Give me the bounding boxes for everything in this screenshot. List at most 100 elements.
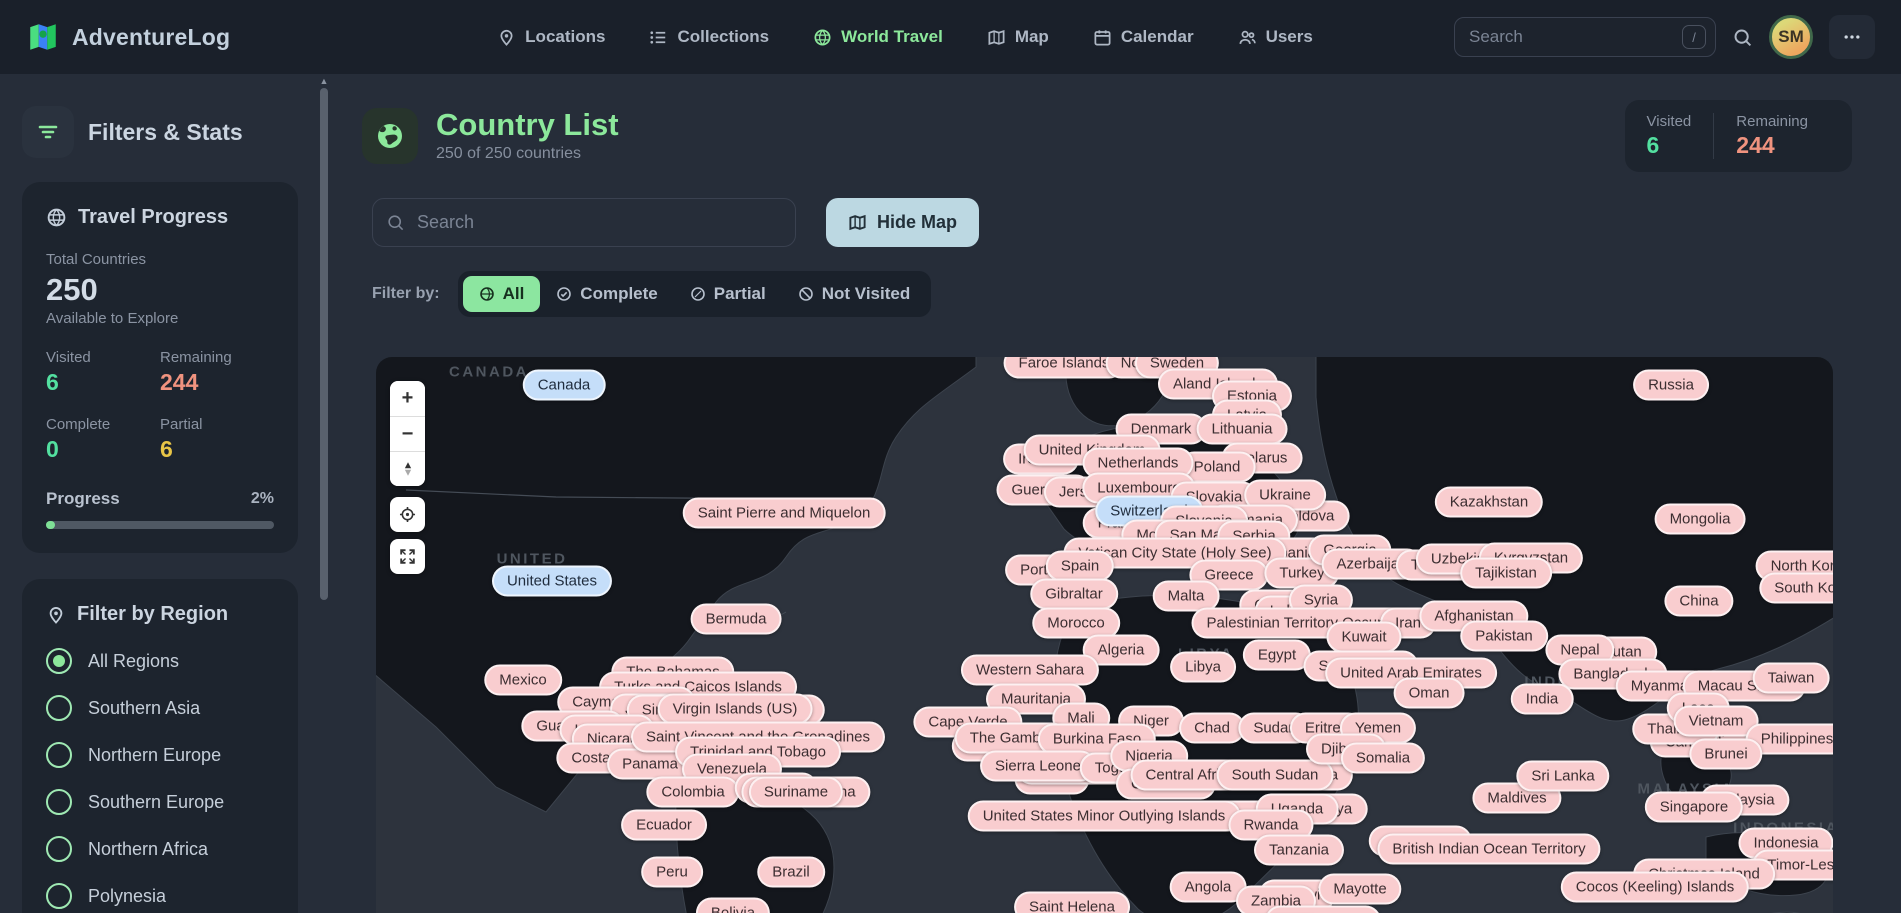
country-pill[interactable]: South Korea (1759, 573, 1833, 604)
nav-item-users[interactable]: Users (1238, 27, 1313, 47)
filter-partial-button[interactable]: Partial (674, 276, 782, 312)
country-pill[interactable]: Gibraltar (1030, 579, 1118, 610)
country-pill[interactable]: Tajikistan (1460, 558, 1552, 589)
country-pill[interactable]: Tanzania (1254, 835, 1344, 866)
progress-bar (46, 521, 274, 529)
users-icon (1238, 28, 1257, 47)
country-search-input[interactable] (372, 198, 796, 247)
nav-item-map[interactable]: Map (987, 27, 1049, 47)
globe-icon (479, 286, 495, 302)
more-menu-button[interactable] (1829, 15, 1875, 59)
region-filter-card: Filter by Region All Regions Southern As… (22, 579, 298, 913)
filter-by-label: Filter by: (372, 285, 440, 303)
navbar-search-input[interactable] (1454, 17, 1716, 57)
country-pill[interactable]: Kazakhstan (1435, 487, 1543, 518)
country-pill[interactable]: Lithuania (1197, 414, 1288, 445)
radio-icon[interactable] (46, 836, 72, 862)
compass-button[interactable] (390, 451, 425, 486)
country-pill[interactable]: Libya (1170, 652, 1236, 683)
country-pill[interactable]: Mozambique (1265, 906, 1381, 913)
filter-all-button[interactable]: All (463, 276, 541, 312)
country-pill[interactable]: Bermuda (691, 604, 782, 635)
filter-not-visited-button[interactable]: Not Visited (782, 276, 926, 312)
country-pill[interactable]: Brunei (1689, 739, 1762, 770)
country-pill[interactable]: Egypt (1243, 640, 1311, 671)
country-pill[interactable]: India (1511, 684, 1574, 715)
search-icon-button[interactable] (1732, 27, 1753, 48)
country-pill[interactable]: Spain (1046, 551, 1114, 582)
country-pill[interactable]: Western Sahara (961, 655, 1099, 686)
fullscreen-button[interactable] (390, 539, 425, 574)
country-pill[interactable]: Mongolia (1655, 504, 1746, 535)
country-pill[interactable]: Canada (523, 370, 606, 401)
country-pill[interactable]: Bolivia (696, 898, 770, 913)
region-option-southern-europe[interactable]: Southern Europe (46, 789, 274, 815)
country-pill[interactable]: Sri Lanka (1516, 761, 1609, 792)
list-icon (649, 28, 668, 47)
page-subtitle: 250 of 250 countries (436, 145, 619, 163)
country-pill[interactable]: Somalia (1341, 743, 1425, 774)
country-pill[interactable]: Oman (1394, 678, 1465, 709)
country-pill[interactable]: Singapore (1645, 792, 1743, 823)
country-pill[interactable]: Saint Helena (1014, 892, 1130, 913)
country-pill[interactable]: Mayotte (1318, 874, 1401, 905)
country-pill[interactable]: Ecuador (621, 810, 707, 841)
main-content: Country List 250 of 250 countries Visite… (330, 74, 1901, 913)
country-pill[interactable]: Suriname (749, 777, 843, 808)
country-pill[interactable]: Kuwait (1326, 622, 1401, 653)
country-pill[interactable]: South Sudan (1217, 760, 1334, 791)
region-option-all-regions[interactable]: All Regions (46, 648, 274, 674)
remaining-value: 244 (160, 369, 274, 396)
country-pill[interactable]: Pakistan (1460, 621, 1548, 652)
scrollbar[interactable]: ▲ (318, 74, 330, 913)
country-pill[interactable]: Chad (1179, 713, 1245, 744)
zoom-out-button[interactable]: − (390, 416, 425, 451)
country-pill[interactable]: United States Minor Outlying Islands (968, 801, 1241, 832)
region-option-northern-africa[interactable]: Northern Africa (46, 836, 274, 862)
country-pill[interactable]: Brazil (757, 857, 825, 888)
locate-button[interactable] (390, 497, 425, 532)
zoom-in-button[interactable]: + (390, 381, 425, 416)
country-pill[interactable]: Sierra Leone (980, 751, 1096, 782)
nav-item-label: World Travel (841, 27, 943, 47)
region-option-polynesia[interactable]: Polynesia (46, 883, 274, 909)
country-pill[interactable]: Mexico (484, 665, 562, 696)
nav-item-calendar[interactable]: Calendar (1093, 27, 1194, 47)
country-pill[interactable]: Russia (1633, 370, 1709, 401)
country-pill[interactable]: Cocos (Keeling) Islands (1561, 872, 1749, 903)
country-pill[interactable]: Peru (641, 857, 703, 888)
filter-complete-button[interactable]: Complete (540, 276, 673, 312)
hide-map-button[interactable]: Hide Map (826, 198, 979, 247)
country-pill[interactable]: Saint Pierre and Miquelon (683, 498, 886, 529)
region-option-northern-europe[interactable]: Northern Europe (46, 742, 274, 768)
country-pill[interactable]: British Indian Ocean Territory (1377, 834, 1600, 865)
avatar[interactable]: SM (1769, 15, 1813, 59)
scrollbar-thumb[interactable] (320, 88, 328, 600)
country-pill[interactable]: Taiwan (1753, 663, 1830, 694)
filter-icon (22, 106, 74, 158)
country-pill[interactable]: China (1664, 586, 1733, 617)
country-pill[interactable]: Colombia (646, 777, 739, 808)
visited-stat: Visited 6 (46, 349, 160, 396)
radio-icon[interactable] (46, 742, 72, 768)
slash-circle-icon (798, 286, 814, 302)
nav-item-collections[interactable]: Collections (649, 27, 769, 47)
scrollbar-up-arrow[interactable]: ▲ (318, 76, 330, 86)
radio-icon[interactable] (46, 648, 72, 674)
country-pill[interactable]: Virgin Islands (US) (658, 694, 813, 725)
country-pill[interactable]: Vietnam (1674, 706, 1759, 737)
nav-item-locations[interactable]: Locations (497, 27, 605, 47)
country-pill[interactable]: United States (492, 566, 612, 597)
app-brand[interactable]: AdventureLog (26, 20, 356, 54)
radio-icon[interactable] (46, 883, 72, 909)
visited-value: 6 (46, 369, 160, 396)
total-countries-value: 250 (46, 272, 274, 308)
country-pill[interactable]: Angola (1170, 872, 1247, 903)
radio-icon[interactable] (46, 789, 72, 815)
nav-item-world-travel[interactable]: World Travel (813, 27, 943, 47)
search-shortcut-key: / (1682, 25, 1706, 49)
pin-icon (497, 28, 516, 47)
world-map[interactable]: + − CANADAUNITEDLIBYAINDIAMALAYSIAINDONE… (376, 357, 1833, 913)
radio-icon[interactable] (46, 695, 72, 721)
region-option-southern-asia[interactable]: Southern Asia (46, 695, 274, 721)
